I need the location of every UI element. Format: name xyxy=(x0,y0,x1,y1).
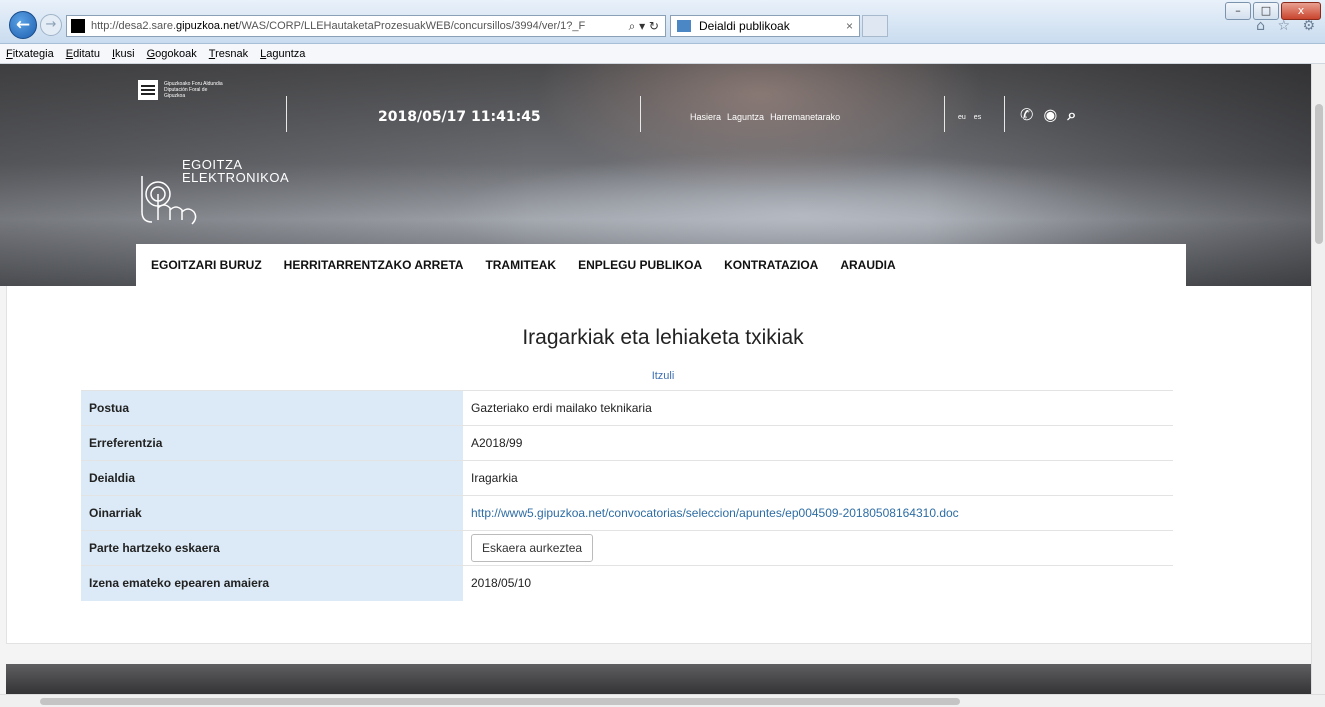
divider xyxy=(286,96,287,132)
row-value-oinarriak: http://www5.gipuzkoa.net/convocatorias/s… xyxy=(463,495,1173,531)
gipuzkoa-emblem-icon xyxy=(138,80,158,100)
horizontal-scroll-thumb[interactable] xyxy=(40,698,960,705)
table-row: Erreferentzia A2018/99 xyxy=(81,425,1173,461)
page-title: Iragarkiak eta lehiaketa txikiak xyxy=(522,326,804,349)
nav-enplegu-publikoa[interactable]: ENPLEGU PUBLIKOA xyxy=(578,258,702,272)
table-row: Deialdia Iragarkia xyxy=(81,460,1173,496)
link-hasiera[interactable]: Hasiera xyxy=(690,112,721,122)
tab-close-icon[interactable]: × xyxy=(846,19,853,33)
browser-titlebar: – □ x ← → http://desa2.sare.gipuzkoa.net… xyxy=(0,0,1325,44)
map-pin-icon[interactable]: ◉ xyxy=(1043,105,1057,125)
oinarriak-document-link[interactable]: http://www5.gipuzkoa.net/convocatorias/s… xyxy=(471,506,959,520)
lang-es[interactable]: es xyxy=(974,114,981,121)
back-link[interactable]: Itzuli xyxy=(7,370,1319,382)
menu-bar: Fitxategia Editatu Ikusi Gogokoak Tresna… xyxy=(0,44,1325,64)
row-value-parte-hartzeko: Eskaera aurkeztea xyxy=(463,530,1173,566)
hand-pointer-icon xyxy=(141,176,197,225)
table-row: Postua Gazteriako erdi mailako teknikari… xyxy=(81,390,1173,426)
minimize-button[interactable]: – xyxy=(1225,2,1251,20)
vertical-scrollbar[interactable] xyxy=(1311,64,1325,694)
url-domain: gipuzkoa.net xyxy=(176,20,239,32)
vertical-scroll-thumb[interactable] xyxy=(1315,104,1323,244)
back-button[interactable]: ← xyxy=(9,11,37,39)
submit-request-button[interactable]: Eskaera aurkeztea xyxy=(471,534,594,562)
menu-file[interactable]: Fitxategia xyxy=(6,48,54,60)
menu-view[interactable]: Ikusi xyxy=(112,48,135,60)
new-tab-button[interactable] xyxy=(862,15,888,37)
horizontal-scrollbar[interactable] xyxy=(0,694,1325,707)
url-prefix: http://desa2.sare. xyxy=(91,20,176,32)
row-label-oinarriak: Oinarriak xyxy=(81,495,463,531)
forward-button[interactable]: → xyxy=(40,14,62,36)
language-switch: eu es xyxy=(958,114,981,121)
tab-deialdi[interactable]: Deialdi publikoak × xyxy=(670,15,860,37)
content-card: Iragarkiak eta lehiaketa txikiak Itzuli … xyxy=(6,286,1318,644)
details-table: Postua Gazteriako erdi mailako teknikari… xyxy=(81,390,1173,601)
table-row: Parte hartzeko eskaera Eskaera aurkeztea xyxy=(81,530,1173,566)
row-label-parte-hartzeko: Parte hartzeko eskaera xyxy=(81,530,463,566)
link-harremanetarako[interactable]: Harremanetarako xyxy=(770,112,840,122)
tab-title: Deialdi publikoak xyxy=(699,19,790,33)
nav-herritarrentzako-arreta[interactable]: HERRITARRENTZAKO ARRETA xyxy=(284,258,464,272)
datetime: 2018/05/17 11:41:45 xyxy=(378,109,541,125)
divider xyxy=(1004,96,1005,132)
row-value-deialdia: Iragarkia xyxy=(463,460,1173,496)
row-value-postua: Gazteriako erdi mailako teknikaria xyxy=(463,390,1173,426)
row-label-erreferentzia: Erreferentzia xyxy=(81,425,463,461)
nav-kontratazioa[interactable]: KONTRATAZIOA xyxy=(724,258,818,272)
tab-favicon xyxy=(677,20,691,32)
row-label-postua: Postua xyxy=(81,390,463,426)
menu-edit[interactable]: Editatu xyxy=(66,48,100,60)
row-label-deialdia: Deialdia xyxy=(81,460,463,496)
divider xyxy=(640,96,641,132)
search-icon[interactable]: ⌕ xyxy=(1067,105,1076,125)
main-navigation: EGOITZARI BURUZ HERRITARRENTZAKO ARRETA … xyxy=(136,244,1186,286)
phone-icon[interactable]: ✆ xyxy=(1020,105,1033,125)
lang-eu[interactable]: eu xyxy=(958,114,966,121)
table-row: Oinarriak http://www5.gipuzkoa.net/convo… xyxy=(81,495,1173,531)
row-value-erreferentzia: A2018/99 xyxy=(463,425,1173,461)
divider xyxy=(944,96,945,132)
address-bar[interactable]: http://desa2.sare.gipuzkoa.net/WAS/CORP/… xyxy=(66,15,666,37)
gipuzkoa-logo[interactable]: Gipuzkoako Foru Aldundia Diputación Fora… xyxy=(138,80,224,100)
row-label-izena-emateko: Izena emateko epearen amaiera xyxy=(81,565,463,601)
url-text[interactable]: http://desa2.sare.gipuzkoa.net/WAS/CORP/… xyxy=(91,20,611,32)
link-laguntza[interactable]: Laguntza xyxy=(727,112,764,122)
menu-help[interactable]: Laguntza xyxy=(260,48,305,60)
site-icon xyxy=(71,19,85,33)
url-path: /WAS/CORP/LLEHautaketaProzesuakWEB/concu… xyxy=(238,20,586,32)
menu-tools[interactable]: Tresnak xyxy=(209,48,248,60)
nav-egoitzari-buruz[interactable]: EGOITZARI BURUZ xyxy=(151,258,262,272)
address-tools[interactable]: ⌕ ▾ ↻ xyxy=(629,19,665,34)
menu-favorites[interactable]: Gogokoak xyxy=(147,48,197,60)
row-value-izena-emateko: 2018/05/10 xyxy=(463,565,1173,601)
page-viewport: Gipuzkoako Foru Aldundia Diputación Fora… xyxy=(0,64,1325,700)
nav-tramiteak[interactable]: TRAMITEAK xyxy=(485,258,556,272)
table-row: Izena emateko epearen amaiera 2018/05/10 xyxy=(81,565,1173,601)
logo-text: Gipuzkoako Foru Aldundia Diputación Fora… xyxy=(164,81,223,99)
header-icons: ✆ ◉ ⌕ xyxy=(1020,105,1076,125)
egoitza-elektronikoa-logo[interactable]: EGOITZA ELEKTRONIKOA xyxy=(136,156,336,236)
nav-araudia[interactable]: ARAUDIA xyxy=(840,258,895,272)
top-links: Hasiera Laguntza Harremanetarako xyxy=(690,112,840,122)
home-favorites-settings-icons[interactable]: ⌂ ☆ ⚙ xyxy=(1256,18,1319,34)
